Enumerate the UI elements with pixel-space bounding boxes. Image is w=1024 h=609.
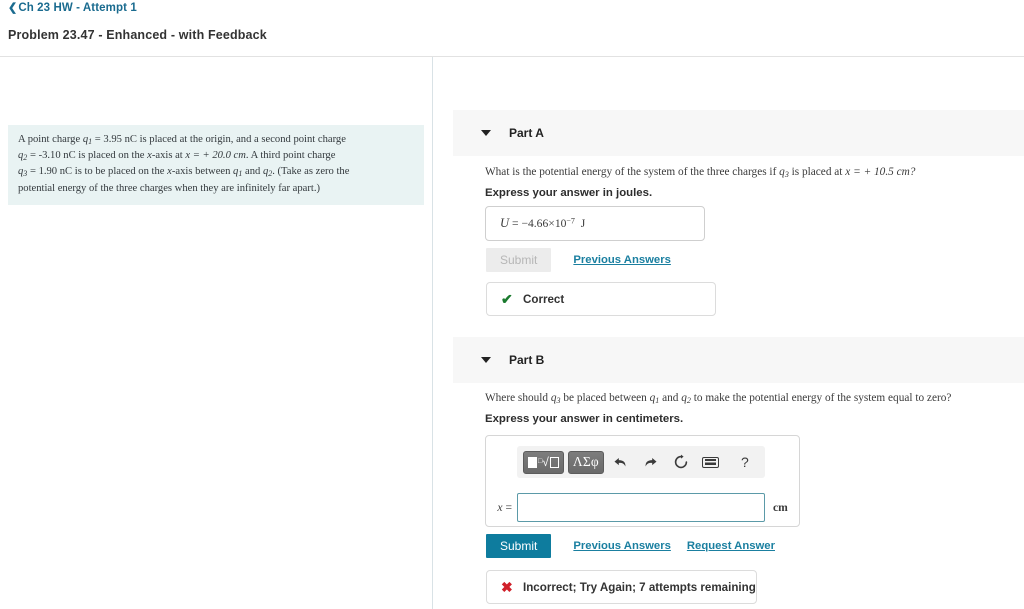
part-b-question: Where should q3 be placed between q1 and… [485, 391, 1015, 408]
part-a-answer-mantissa: −4.66×10 [521, 217, 567, 230]
breadcrumb-link[interactable]: Ch 23 HW - Attempt 1 [18, 2, 137, 14]
greek-symbols-button[interactable]: ΛΣφ [567, 450, 604, 474]
breadcrumb[interactable]: ❮ Ch 23 HW - Attempt 1 [8, 2, 137, 14]
problem-line1-b: = 3.95 nC is placed at the origin, and a… [92, 134, 346, 145]
part-b-question-and: and [659, 392, 682, 404]
part-a-feedback-correct: ✔ Correct [486, 282, 716, 316]
part-a-answer-equals: = [509, 217, 522, 230]
page-title: Problem 23.47 - Enhanced - with Feedback [8, 28, 267, 42]
math-template-icon[interactable]: □ √ [523, 450, 564, 474]
part-a-header[interactable]: Part A [453, 110, 1024, 156]
problem-line2-d: . A third point charge [245, 150, 336, 162]
part-b-label: Part B [509, 353, 545, 367]
part-a-answer-symbol: U [500, 216, 510, 230]
problem-line3-and: and [242, 166, 263, 178]
equation-x-20cm: x = + 20.0 cm [185, 150, 246, 162]
empty-box-glyph [549, 456, 559, 468]
redo-arrow-icon[interactable] [638, 451, 664, 474]
cross-mark-icon: ✖ [501, 578, 513, 595]
filled-square-glyph [528, 456, 537, 468]
part-a-question-eq: = + 10.5 cm? [850, 166, 916, 178]
math-toolbar: □ √ ΛΣφ ? [517, 446, 765, 478]
part-b-question-b: be placed between [560, 392, 650, 404]
part-b-request-answer-link[interactable]: Request Answer [687, 540, 775, 552]
keyboard-icon[interactable] [698, 451, 724, 474]
chevron-left-icon: ❮ [8, 1, 18, 14]
part-a-previous-answers-link[interactable]: Previous Answers [573, 254, 671, 266]
part-b-submit-button[interactable]: Submit [486, 534, 552, 558]
problem-line4: potential energy of the three charges wh… [18, 182, 320, 194]
part-b-input-unit: cm [773, 500, 788, 514]
part-a-answer-unit: J [580, 217, 586, 230]
part-b-header[interactable]: Part B [453, 337, 1024, 383]
part-a-question-b: is placed at [788, 166, 846, 178]
caret-down-icon[interactable] [481, 357, 491, 363]
part-a-question: What is the potential energy of the syst… [485, 165, 1005, 182]
problem-line2-b: = -3.10 nC is placed on the [27, 150, 148, 162]
part-a-answer-field[interactable]: U = −4.66×10−7 J [485, 206, 705, 241]
problem-page: ❮ Ch 23 HW - Attempt 1 Problem 23.47 - E… [0, 0, 1024, 609]
part-a-feedback-text: Correct [523, 292, 565, 306]
greek-symbols-label: ΛΣφ [572, 454, 599, 469]
part-b-feedback-text: Incorrect; Try Again; 7 attempts remaini… [523, 580, 756, 594]
part-b-question-a: Where should [485, 392, 551, 404]
part-b-button-row: Submit Previous Answers Request Answer [486, 534, 775, 558]
part-a-answer-exponent: −7 [566, 216, 575, 226]
part-b-input-equals: = [502, 500, 512, 514]
part-b-question-c: to make the potential energy of the syst… [690, 392, 952, 404]
caret-down-icon[interactable] [481, 130, 491, 136]
problem-statement-box: A point charge q1 = 3.95 nC is placed at… [8, 125, 424, 205]
problem-line2-c: -axis at [151, 150, 186, 162]
problem-line3-b: = 1.90 nC is to be placed on the [27, 166, 168, 178]
math-input-row: x = cm [486, 486, 801, 528]
part-b-previous-answers-link[interactable]: Previous Answers [573, 540, 671, 552]
undo-arrow-icon[interactable] [608, 451, 634, 474]
part-a-submit-button[interactable]: Submit [486, 248, 552, 272]
check-mark-icon: ✔ [501, 290, 513, 307]
problem-line3-c: -axis between [171, 166, 234, 178]
part-a-express-instruction: Express your answer in joules. [485, 187, 653, 199]
part-a-answer-value: U = −4.66×10−7 J [500, 216, 585, 231]
part-b-express-instruction: Express your answer in centimeters. [485, 413, 684, 425]
problem-line1-a: A point charge [18, 134, 83, 145]
part-a-label: Part A [509, 126, 544, 140]
part-b-input-label: x = [486, 501, 517, 514]
help-question-icon[interactable]: ? [732, 451, 758, 474]
reset-circular-arrow-icon[interactable] [668, 451, 694, 474]
part-b-answer-input[interactable] [517, 492, 765, 522]
part-b-answer-widget: □ √ ΛΣφ ? x = cm [485, 435, 800, 527]
part-b-feedback-incorrect: ✖ Incorrect; Try Again; 7 attempts remai… [486, 570, 757, 604]
problem-line3-d: . (Take as zero the [272, 166, 350, 178]
part-a-question-a: What is the potential energy of the syst… [485, 166, 780, 178]
radical-glyph: □ √ [538, 454, 549, 469]
part-a-button-row: Submit Previous Answers [486, 248, 671, 272]
problem-statement-text: A point charge q1 = 3.95 nC is placed at… [18, 133, 414, 196]
